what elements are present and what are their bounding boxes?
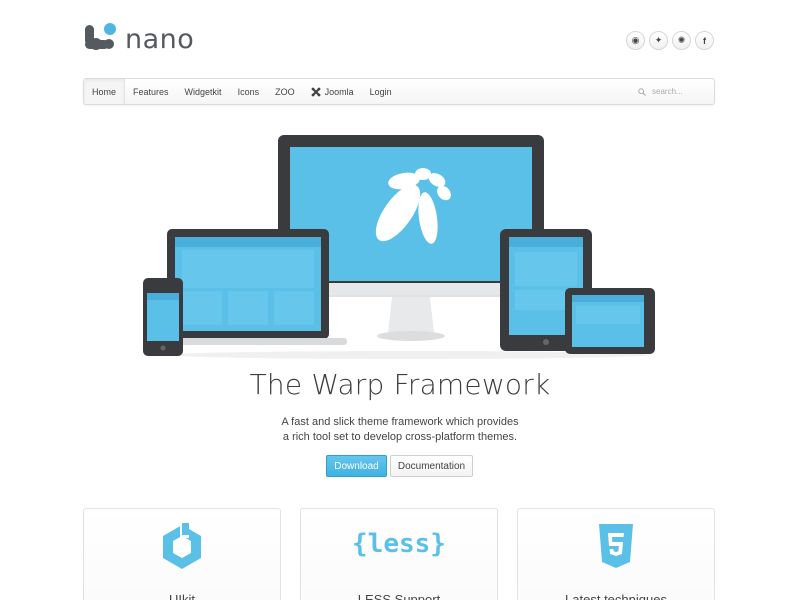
feature-title: UIkit [169,592,195,600]
nav-item-label: Icons [237,86,260,97]
search-field[interactable]: search... [638,79,708,104]
feature-title: LESS Support [357,592,441,600]
feature-title: Latest techniques [565,592,667,600]
nav-item-widgetkit[interactable]: Widgetkit [177,79,230,104]
phone-device [143,278,183,356]
search-icon [638,87,646,96]
facebook-icon[interactable]: f [695,31,714,50]
joomla-icon [311,87,320,96]
dribbble-icon[interactable]: ✺ [672,31,691,50]
nav-item-label: Features [133,86,169,97]
hero-devices-illustration: ⚘ [143,135,655,359]
main-navbar: Home Features Widgetkit Icons ZOO Joomla… [83,78,715,105]
brand-logo[interactable]: nano [84,22,194,56]
github-icon[interactable]: ◉ [626,31,645,50]
nano-logo-icon [85,23,116,50]
nav-item-label: Login [369,86,392,97]
feature-panel-html5: Latest techniques [517,508,715,600]
nav-item-login[interactable]: Login [362,79,400,104]
nav-item-joomla[interactable]: Joomla [303,79,362,104]
download-button[interactable]: Download [326,455,387,477]
less-icon: {less} [352,529,446,559]
nav-item-features[interactable]: Features [125,79,177,104]
nav-item-icons[interactable]: Icons [230,79,268,104]
hero-subtitle: A fast and slick theme framework which p… [0,415,800,445]
twitter-icon[interactable]: ✦ [649,31,668,50]
feature-panel-less: {less} LESS Support [300,508,498,600]
hero-title: The Warp Framework [249,368,551,401]
documentation-button[interactable]: Documentation [390,455,473,477]
social-links: ◉ ✦ ✺ f [626,31,714,50]
nav-item-home[interactable]: Home [84,79,126,104]
feature-panel-uikit: UIkit [83,508,281,600]
hero-actions: Download Documentation [326,455,473,477]
laptop-device [160,229,347,345]
nav-item-label: Joomla [324,86,354,97]
brand-name: nano [125,23,195,55]
nav-item-label: Widgetkit [184,86,222,97]
nav-item-label: Home [92,86,117,97]
search-placeholder: search... [652,87,683,96]
hero-subtitle-line: A fast and slick theme framework which p… [281,416,519,428]
hero-subtitle-line: a rich tool set to develop cross-platfor… [282,431,518,443]
nav-item-zoo[interactable]: ZOO [267,79,303,104]
tablet-landscape-device [565,288,655,354]
nav-item-label: ZOO [275,86,295,97]
uikit-icon [163,523,201,569]
html5-icon [599,524,633,568]
